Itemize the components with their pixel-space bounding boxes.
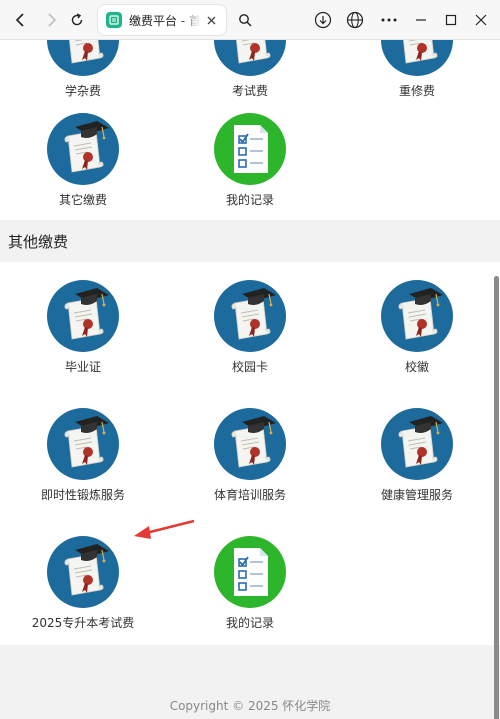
forward-button[interactable] (38, 7, 64, 33)
browser-tab[interactable]: 缴费平台 - 首页 (98, 5, 226, 35)
fee-item-label: 重修费 (398, 84, 435, 98)
fee-item-label: 我的记录 (225, 616, 274, 630)
section-title-other-fees: 其他缴费 (8, 233, 69, 251)
certificate-icon (47, 113, 119, 185)
close-tab-button[interactable] (202, 11, 220, 29)
back-arrow-icon (15, 13, 24, 27)
refresh-icon (71, 13, 83, 26)
fee-item-upgrade-exam[interactable]: 2025专升本考试费 (8, 536, 158, 631)
downloads-button[interactable] (310, 7, 336, 33)
scrollbar-thumb[interactable] (494, 276, 499, 719)
fee-item-label: 考试费 (231, 84, 268, 98)
certificate-icon (214, 40, 286, 76)
tab-title: 缴费平台 - 首页 (129, 13, 201, 28)
fee-item-label: 健康管理服务 (380, 488, 453, 502)
search-button[interactable] (232, 7, 258, 33)
maximize-icon (445, 14, 457, 26)
fee-item-school-badge[interactable]: 校徽 (342, 280, 492, 375)
certificate-icon (47, 536, 119, 608)
certificate-icon (214, 280, 286, 352)
fee-item-exercise-service[interactable]: 即时性锻炼服务 (8, 408, 158, 503)
fee-item-health-management[interactable]: 健康管理服务 (342, 408, 492, 503)
fee-item-label: 毕业证 (64, 360, 101, 374)
fee-item-label: 体育培训服务 (213, 488, 286, 502)
close-icon (207, 16, 215, 24)
fee-item-label: 即时性锻炼服务 (40, 488, 125, 502)
forward-arrow-icon (48, 13, 57, 27)
fee-item-tuition[interactable]: 学杂费 (8, 40, 158, 99)
fee-item-label: 校徽 (404, 360, 429, 374)
fee-item-sports-training[interactable]: 体育培训服务 (175, 408, 325, 503)
red-arrow-icon (134, 519, 195, 539)
language-button[interactable] (342, 7, 368, 33)
fee-item-label: 学杂费 (64, 84, 101, 98)
certificate-icon (47, 408, 119, 480)
fee-item-campus-card[interactable]: 校园卡 (175, 280, 325, 375)
scrollbar[interactable] (492, 40, 500, 719)
fee-item-label: 2025专升本考试费 (31, 616, 135, 630)
certificate-icon (47, 40, 119, 76)
close-window-button[interactable] (468, 7, 494, 33)
fee-item-diploma[interactable]: 毕业证 (8, 280, 158, 375)
certificate-icon (47, 280, 119, 352)
fee-item-other[interactable]: 其它缴费 (8, 113, 158, 208)
certificate-icon (381, 280, 453, 352)
certificate-icon (381, 408, 453, 480)
minimize-icon (416, 19, 426, 21)
fee-item-my-records[interactable]: 我的记录 (175, 113, 325, 208)
close-icon (475, 14, 487, 26)
fee-card-top: 学杂费 考试费 重修费 其它缴费 我的记录 (0, 40, 500, 220)
fee-item-exam[interactable]: 考试费 (175, 40, 325, 99)
back-button[interactable] (8, 7, 34, 33)
globe-icon (346, 11, 364, 29)
checklist-icon (214, 113, 286, 185)
fee-item-label: 我的记录 (225, 193, 274, 207)
minimize-button[interactable] (408, 7, 434, 33)
more-dots-icon (381, 18, 397, 22)
fee-card-other: 毕业证 校园卡 校徽 即时性锻炼服务 体育培训服务 健康管理服务 2025专升本… (0, 262, 500, 645)
fee-item-my-records-2[interactable]: 我的记录 (175, 536, 325, 631)
fee-item-label: 校园卡 (231, 360, 268, 374)
page-content: 学杂费 考试费 重修费 其它缴费 我的记录 其他缴费 毕业证 校园卡 校徽 即时… (0, 40, 500, 719)
site-favicon-icon (106, 12, 122, 28)
browser-toolbar: 缴费平台 - 首页 (0, 0, 500, 40)
fee-item-label: 其它缴费 (58, 193, 107, 207)
refresh-button[interactable] (64, 7, 90, 33)
search-icon (239, 14, 252, 27)
footer-copyright: Copyright © 2025 怀化学院 (169, 699, 331, 713)
certificate-icon (214, 408, 286, 480)
fee-item-retake[interactable]: 重修费 (342, 40, 492, 99)
maximize-button[interactable] (438, 7, 464, 33)
certificate-icon (381, 40, 453, 76)
download-icon (314, 11, 332, 29)
more-menu-button[interactable] (376, 7, 402, 33)
checklist-icon (214, 536, 286, 608)
